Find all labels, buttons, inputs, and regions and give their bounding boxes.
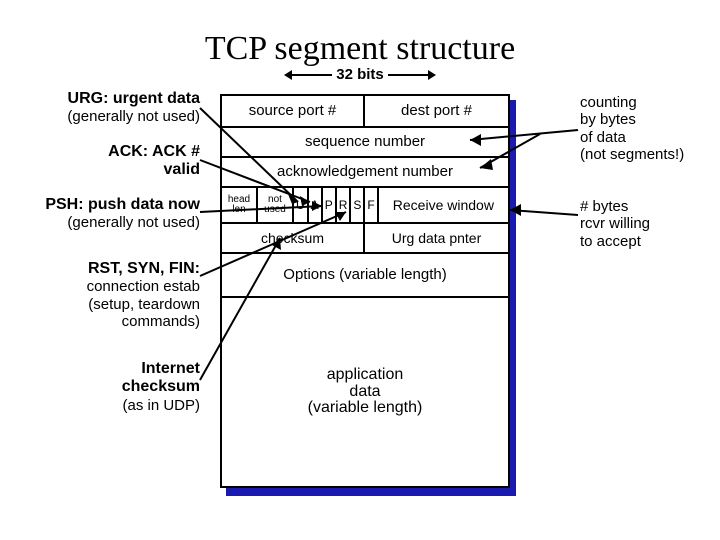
note-rwnd-l3: to accept [580, 233, 710, 250]
flag-syn: S [351, 188, 365, 222]
data-line2: data [349, 384, 380, 401]
bit-width-label: 32 bits [336, 66, 384, 83]
flag-ack: A [309, 188, 323, 222]
note-checksum: Internet checksum (as in UDP) [10, 360, 200, 414]
note-urg-sub: (generally not used) [10, 108, 200, 125]
flag-fin: F [365, 188, 378, 222]
note-count-l3: of data [580, 129, 710, 146]
note-ack-head: ACK: ACK # [10, 143, 200, 161]
note-rwnd-l2: rcvr willing [580, 215, 710, 232]
field-source-port: source port # [222, 96, 365, 126]
note-count-l1: counting [580, 94, 710, 111]
field-not-used-l2: used [264, 204, 286, 215]
field-receive-window: Receive window [379, 188, 508, 222]
note-ack: ACK: ACK # valid [10, 143, 200, 180]
data-line1: application [327, 367, 404, 384]
field-not-used: notused [258, 188, 294, 222]
note-rsf-head: RST, SYN, FIN: [10, 260, 200, 278]
field-header-length: headlen [222, 188, 258, 222]
note-rwnd: # bytes rcvr willing to accept [580, 198, 710, 250]
page-title: TCP segment structure [0, 30, 720, 68]
note-psh-head: PSH: push data now [10, 196, 200, 214]
flag-psh: P [323, 188, 337, 222]
field-checksum: checksum [222, 224, 365, 252]
note-rsf-sub3: commands) [10, 313, 200, 330]
bit-width-indicator: 32 bits [290, 66, 430, 83]
data-line3: (variable length) [308, 400, 423, 417]
note-chk-sub1: checksum [10, 378, 200, 396]
arrow-left-icon [290, 74, 332, 76]
flag-rst: R [337, 188, 352, 222]
note-rwnd-l1: # bytes [580, 198, 710, 215]
field-ack-number: acknowledgement number [222, 158, 508, 186]
note-psh: PSH: push data now (generally not used) [10, 196, 200, 232]
field-dest-port: dest port # [365, 96, 508, 126]
note-counting: counting by bytes of data (not segments!… [580, 94, 710, 163]
note-urg: URG: urgent data (generally not used) [10, 90, 200, 126]
note-urg-head: URG: urgent data [10, 90, 200, 108]
note-chk-head: Internet [10, 360, 200, 378]
field-header-length-l2: len [232, 204, 245, 215]
segment-diagram: source port # dest port # sequence numbe… [220, 94, 510, 488]
arrow-right-icon [388, 74, 430, 76]
note-ack-sub: valid [10, 161, 200, 179]
field-urgent-pointer: Urg data pnter [365, 224, 508, 252]
note-rsf: RST, SYN, FIN: connection estab (setup, … [10, 260, 200, 330]
field-application-data: application data (variable length) [222, 298, 508, 486]
field-sequence-number: sequence number [222, 128, 508, 156]
note-rsf-sub2: (setup, teardown [10, 296, 200, 313]
note-count-l4: (not segments!) [580, 146, 710, 163]
flag-urg: U [294, 188, 309, 222]
field-options: Options (variable length) [222, 254, 508, 296]
segment-table: source port # dest port # sequence numbe… [220, 94, 510, 488]
note-psh-sub: (generally not used) [10, 214, 200, 231]
note-count-l2: by bytes [580, 111, 710, 128]
note-rsf-sub1: connection estab [10, 278, 200, 295]
note-chk-sub2: (as in UDP) [10, 397, 200, 414]
